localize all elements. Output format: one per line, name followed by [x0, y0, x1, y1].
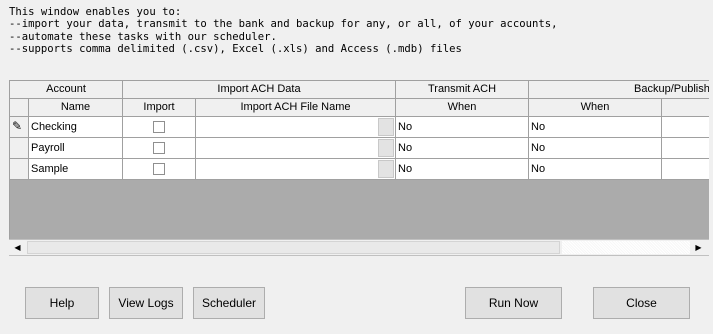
scroll-left-arrow-icon[interactable]: ◀	[9, 240, 26, 255]
backup-when-cell[interactable]: No	[529, 159, 662, 180]
account-name-cell[interactable]: Sample	[29, 159, 123, 180]
transmit-when-cell[interactable]: No	[396, 138, 529, 159]
close-button[interactable]: Close	[593, 287, 690, 319]
group-header-account: Account	[10, 81, 123, 99]
intro-line: This window enables you to:	[9, 6, 182, 18]
group-header-import-ach: Import ACH Data	[123, 81, 396, 99]
column-header-name[interactable]: Name	[29, 99, 123, 117]
column-header-backup-when[interactable]: When	[529, 99, 662, 117]
row-selector[interactable]	[10, 138, 29, 159]
scroll-right-arrow-icon[interactable]: ▶	[690, 240, 707, 255]
group-header-backup: Backup/Publish	[529, 81, 709, 99]
file-name-cell[interactable]	[196, 117, 396, 138]
row-selector[interactable]: ✎	[10, 117, 29, 138]
import-checkbox[interactable]	[153, 121, 165, 133]
extra-cell[interactable]	[662, 138, 709, 159]
accounts-grid[interactable]: Account Import ACH Data Transmit ACH Bac…	[9, 80, 709, 255]
column-header-import[interactable]: Import	[123, 99, 196, 117]
browse-file-button[interactable]	[378, 118, 394, 136]
scheduler-button[interactable]: Scheduler	[193, 287, 265, 319]
row-indicator-header	[10, 99, 29, 117]
intro-line: --supports comma delimited (.csv), Excel…	[9, 43, 462, 56]
column-header-transmit-when[interactable]: When	[396, 99, 529, 117]
import-checkbox-cell[interactable]	[123, 117, 196, 138]
import-checkbox-cell[interactable]	[123, 138, 196, 159]
transmit-when-cell[interactable]: No	[396, 159, 529, 180]
backup-when-cell[interactable]: No	[529, 117, 662, 138]
import-checkbox-cell[interactable]	[123, 159, 196, 180]
intro-line: --automate these tasks with our schedule…	[9, 30, 277, 43]
file-name-cell[interactable]	[196, 159, 396, 180]
extra-cell[interactable]	[662, 117, 709, 138]
edit-pencil-icon: ✎	[12, 119, 23, 133]
extra-cell[interactable]	[662, 159, 709, 180]
intro-line: --import your data, transmit to the bank…	[9, 18, 558, 31]
column-header-extra	[662, 99, 709, 117]
browse-file-button[interactable]	[378, 160, 394, 178]
scrollbar-thumb[interactable]	[27, 241, 560, 254]
column-header-file-name[interactable]: Import ACH File Name	[196, 99, 396, 117]
backup-when-cell[interactable]: No	[529, 138, 662, 159]
account-name-cell[interactable]: Checking	[29, 117, 123, 138]
account-name-cell[interactable]: Payroll	[29, 138, 123, 159]
scrollbar-track[interactable]	[562, 241, 690, 254]
view-logs-button[interactable]: View Logs	[109, 287, 183, 319]
run-now-button[interactable]: Run Now	[465, 287, 562, 319]
group-header-transmit-ach: Transmit ACH	[396, 81, 529, 99]
row-selector[interactable]	[10, 159, 29, 180]
intro-text: This window enables you to: --import your…	[9, 6, 558, 56]
import-checkbox[interactable]	[153, 142, 165, 154]
horizontal-scrollbar[interactable]: ◀ ▶	[9, 239, 709, 256]
browse-file-button[interactable]	[378, 139, 394, 157]
help-button[interactable]: Help	[25, 287, 99, 319]
transmit-when-cell[interactable]: No	[396, 117, 529, 138]
file-name-cell[interactable]	[196, 138, 396, 159]
import-checkbox[interactable]	[153, 163, 165, 175]
